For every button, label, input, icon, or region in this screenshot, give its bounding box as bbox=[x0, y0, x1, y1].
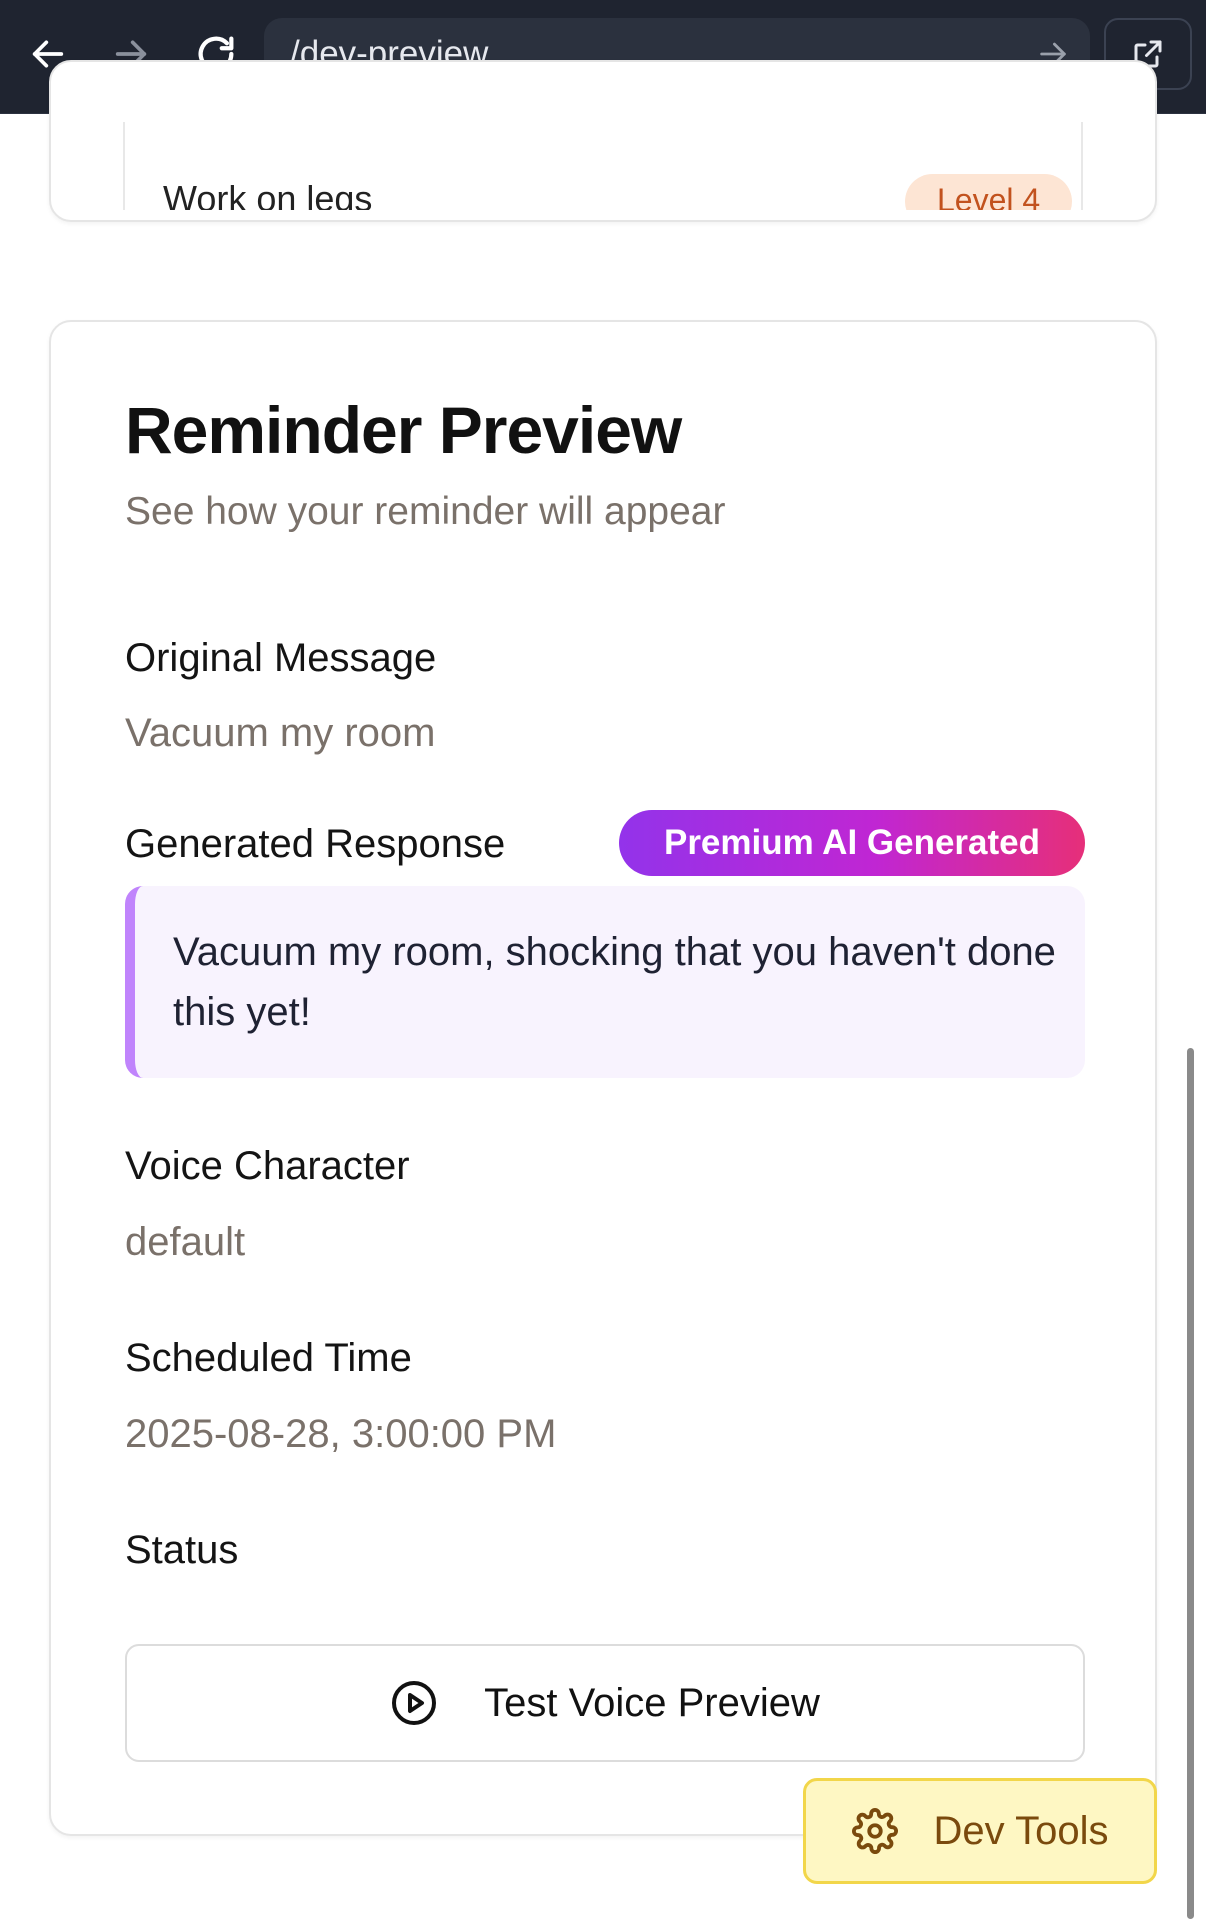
previous-list-item: Work on legs Level 4 bbox=[123, 122, 1083, 210]
premium-ai-badge: Premium AI Generated bbox=[619, 810, 1085, 876]
original-message-label: Original Message bbox=[125, 636, 437, 680]
test-voice-preview-button[interactable]: Test Voice Preview bbox=[125, 1644, 1085, 1762]
dev-tools-button[interactable]: Dev Tools bbox=[803, 1778, 1157, 1884]
scheduled-time-value: 2025-08-28, 3:00:00 PM bbox=[125, 1412, 557, 1456]
page-subtitle: See how your reminder will appear bbox=[125, 490, 726, 533]
gear-icon bbox=[851, 1808, 898, 1854]
voice-character-label: Voice Character bbox=[125, 1144, 410, 1188]
test-voice-preview-label: Test Voice Preview bbox=[484, 1680, 820, 1725]
generated-response-box: Vacuum my room, shocking that you haven'… bbox=[125, 886, 1085, 1078]
dev-tools-label: Dev Tools bbox=[933, 1808, 1109, 1853]
reminder-preview-card: Reminder Preview See how your reminder w… bbox=[49, 320, 1157, 1836]
voice-character-value: default bbox=[125, 1220, 246, 1264]
scrollbar-thumb[interactable] bbox=[1187, 1048, 1194, 1919]
play-circle-icon bbox=[392, 1681, 437, 1725]
level-badge: Level 4 bbox=[905, 174, 1073, 210]
generated-response-text: Vacuum my room, shocking that you haven'… bbox=[173, 930, 1056, 1034]
previous-item-text: Work on legs bbox=[163, 178, 373, 210]
generated-response-label: Generated Response bbox=[125, 822, 506, 866]
page-title: Reminder Preview bbox=[125, 393, 682, 467]
original-message-value: Vacuum my room bbox=[125, 711, 436, 755]
scheduled-time-label: Scheduled Time bbox=[125, 1336, 412, 1380]
previous-card: Work on legs Level 4 bbox=[49, 60, 1157, 222]
status-label: Status bbox=[125, 1528, 239, 1572]
